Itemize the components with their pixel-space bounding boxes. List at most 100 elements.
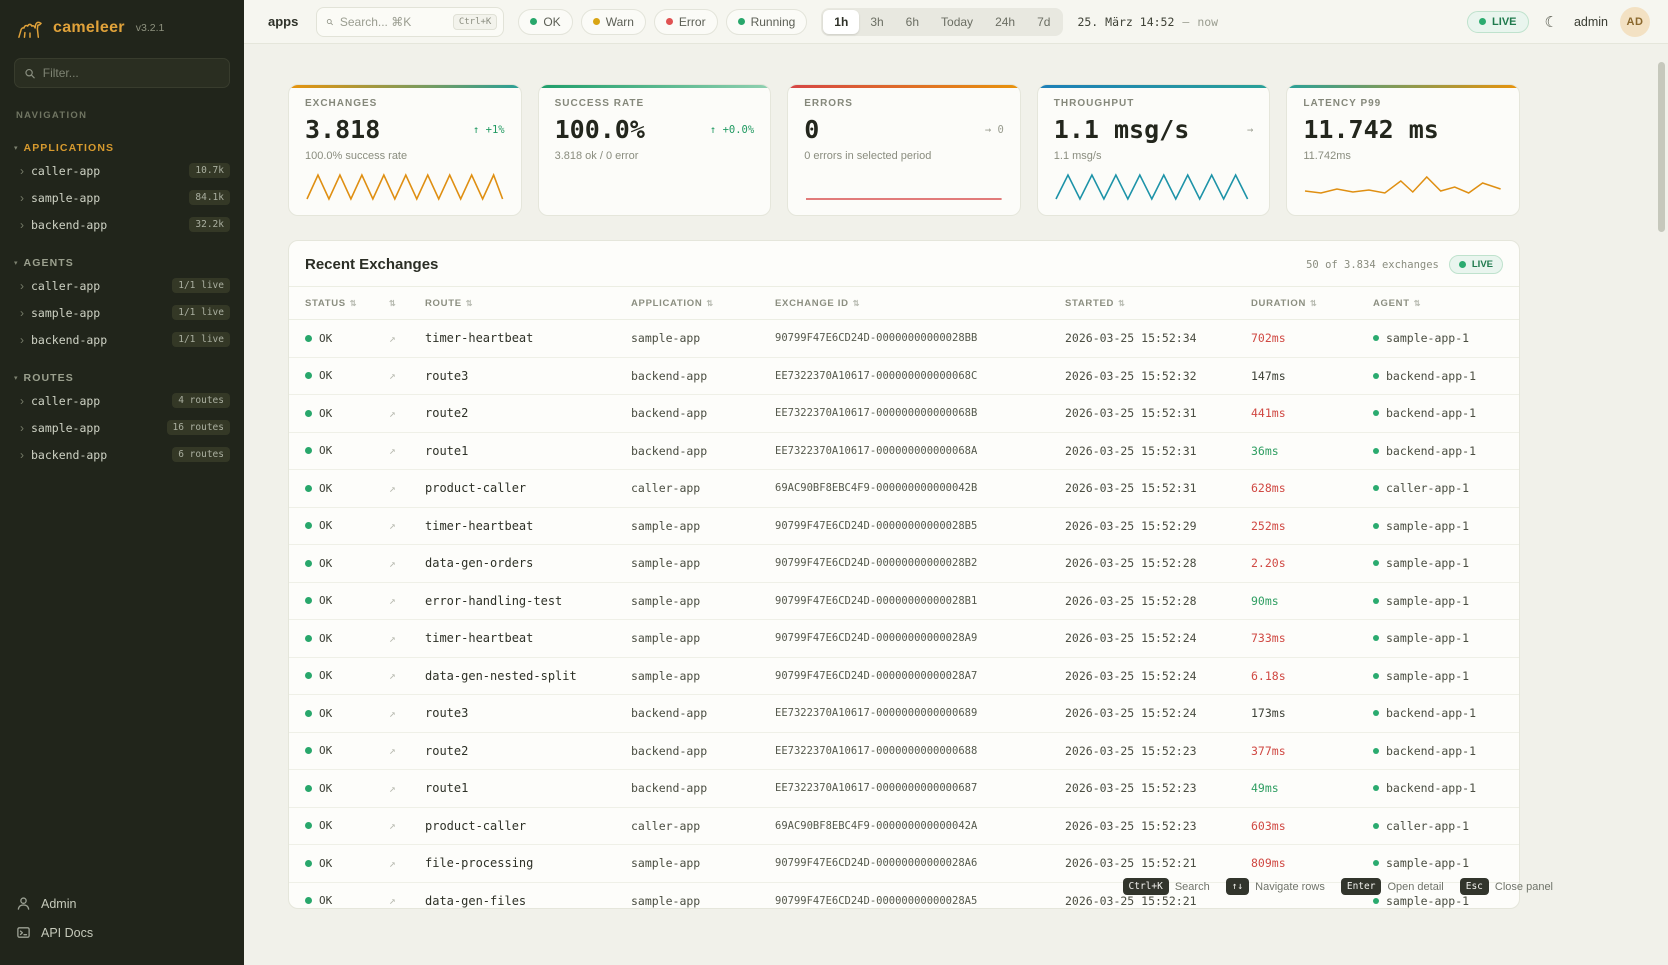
open-link-icon[interactable]: ↗ bbox=[389, 632, 396, 645]
open-link-icon[interactable]: ↗ bbox=[389, 857, 396, 870]
open-link-icon[interactable]: ↗ bbox=[389, 894, 396, 907]
kbd-label: Close panel bbox=[1495, 881, 1553, 893]
time-range-button[interactable]: 7d bbox=[1026, 10, 1061, 34]
table-row[interactable]: OK ↗ timer-heartbeat sample-app 90799F47… bbox=[289, 620, 1519, 658]
table-row[interactable]: OK ↗ data-gen-orders sample-app 90799F47… bbox=[289, 545, 1519, 583]
stat-card-latency[interactable]: LATENCY P99 11.742 ms 11.742ms bbox=[1286, 84, 1520, 216]
open-link-icon[interactable]: ↗ bbox=[389, 407, 396, 420]
col-agent[interactable]: AGENT⇅ bbox=[1373, 298, 1519, 309]
agent-status-dot bbox=[1373, 635, 1379, 641]
stat-card-errors[interactable]: ERRORS 0 → 0 0 errors in selected period bbox=[787, 84, 1021, 216]
status-filter-group: OK Warn Error Running bbox=[518, 9, 807, 35]
sidebar-item[interactable]: › backend-app 1/1 live bbox=[0, 326, 244, 353]
sidebar-item[interactable]: › caller-app 1/1 live bbox=[0, 272, 244, 299]
sort-icon[interactable]: ⇅ bbox=[1310, 299, 1317, 308]
sidebar-filter[interactable] bbox=[14, 58, 230, 88]
time-range-button[interactable]: 3h bbox=[859, 10, 894, 34]
open-link-icon[interactable]: ↗ bbox=[389, 519, 396, 532]
scrollbar-thumb[interactable] bbox=[1658, 62, 1665, 232]
table-row[interactable]: OK ↗ route2 backend-app EE7322370A10617-… bbox=[289, 395, 1519, 433]
table-row[interactable]: OK ↗ route1 backend-app EE7322370A10617-… bbox=[289, 433, 1519, 471]
started-cell: 2026-03-25 15:52:32 bbox=[1065, 369, 1251, 383]
table-header: Recent Exchanges 50 of 3.834 exchanges L… bbox=[289, 241, 1519, 286]
time-range-button[interactable]: Today bbox=[930, 10, 984, 34]
duration-cell: 628ms bbox=[1251, 481, 1373, 495]
sidebar-item[interactable]: › caller-app 10.7k bbox=[0, 157, 244, 184]
link-cell: ↗ bbox=[389, 632, 425, 645]
table-row[interactable]: OK ↗ data-gen-nested-split sample-app 90… bbox=[289, 658, 1519, 696]
sidebar-item-api-docs[interactable]: API Docs bbox=[16, 918, 228, 947]
sort-icon[interactable]: ⇅ bbox=[466, 299, 473, 308]
table-row[interactable]: OK ↗ file-processing sample-app 90799F47… bbox=[289, 845, 1519, 883]
col-exchange-id[interactable]: EXCHANGE ID⇅ bbox=[775, 298, 1065, 309]
ok-status-dot bbox=[305, 335, 312, 342]
status-filter-chip[interactable]: Warn bbox=[581, 9, 646, 35]
status-cell: OK bbox=[305, 894, 389, 907]
open-link-icon[interactable]: ↗ bbox=[389, 444, 396, 457]
col-duration[interactable]: DURATION⇅ bbox=[1251, 298, 1373, 309]
search-input[interactable] bbox=[340, 15, 447, 29]
theme-toggle-button[interactable]: ☾ bbox=[1541, 9, 1562, 35]
col-status[interactable]: STATUS⇅ bbox=[305, 298, 389, 309]
table-row[interactable]: OK ↗ timer-heartbeat sample-app 90799F47… bbox=[289, 320, 1519, 358]
table-row[interactable]: OK ↗ route3 backend-app EE7322370A10617-… bbox=[289, 695, 1519, 733]
filter-input[interactable] bbox=[43, 66, 220, 80]
sort-icon[interactable]: ⇅ bbox=[389, 299, 396, 308]
col-started[interactable]: STARTED⇅ bbox=[1065, 298, 1251, 309]
table-row[interactable]: OK ↗ timer-heartbeat sample-app 90799F47… bbox=[289, 508, 1519, 546]
agent-status-dot bbox=[1373, 523, 1379, 529]
col-link[interactable]: ⇅ bbox=[389, 299, 425, 308]
sidebar-item[interactable]: › sample-app 84.1k bbox=[0, 184, 244, 211]
sort-icon[interactable]: ⇅ bbox=[853, 299, 860, 308]
open-link-icon[interactable]: ↗ bbox=[389, 369, 396, 382]
logo[interactable]: cameleer v3.2.1 bbox=[0, 0, 244, 48]
section-agents-header[interactable]: ▾ AGENTS bbox=[0, 254, 244, 272]
sidebar-item[interactable]: › backend-app 32.2k bbox=[0, 211, 244, 238]
col-application[interactable]: APPLICATION⇅ bbox=[631, 298, 775, 309]
agent-status-dot bbox=[1373, 673, 1379, 679]
ok-status-dot bbox=[305, 747, 312, 754]
table-row[interactable]: OK ↗ product-caller caller-app 69AC90BF8… bbox=[289, 808, 1519, 846]
sidebar-item[interactable]: › sample-app 16 routes bbox=[0, 414, 244, 441]
time-range-button[interactable]: 1h bbox=[823, 10, 859, 34]
open-link-icon[interactable]: ↗ bbox=[389, 782, 396, 795]
sidebar-item[interactable]: › sample-app 1/1 live bbox=[0, 299, 244, 326]
sort-icon[interactable]: ⇅ bbox=[1118, 299, 1125, 308]
table-row[interactable]: OK ↗ route1 backend-app EE7322370A10617-… bbox=[289, 770, 1519, 808]
stat-card-success-rate[interactable]: SUCCESS RATE 100.0% ↑ +0.0% 3.818 ok / 0… bbox=[538, 84, 772, 216]
table-row[interactable]: OK ↗ error-handling-test sample-app 9079… bbox=[289, 583, 1519, 621]
table-row[interactable]: OK ↗ product-caller caller-app 69AC90BF8… bbox=[289, 470, 1519, 508]
col-route[interactable]: ROUTE⇅ bbox=[425, 298, 631, 309]
open-link-icon[interactable]: ↗ bbox=[389, 669, 396, 682]
section-routes-header[interactable]: ▾ ROUTES bbox=[0, 369, 244, 387]
open-link-icon[interactable]: ↗ bbox=[389, 332, 396, 345]
status-filter-chip[interactable]: Running bbox=[726, 9, 808, 35]
sidebar-item[interactable]: › caller-app 4 routes bbox=[0, 387, 244, 414]
live-indicator[interactable]: LIVE bbox=[1467, 11, 1528, 33]
table-row[interactable]: OK ↗ route2 backend-app EE7322370A10617-… bbox=[289, 733, 1519, 771]
time-range-button[interactable]: 24h bbox=[984, 10, 1026, 34]
sort-icon[interactable]: ⇅ bbox=[350, 299, 357, 308]
stat-card-throughput[interactable]: THROUGHPUT 1.1 msg/s → 1.1 msg/s bbox=[1037, 84, 1271, 216]
status-filter-chip[interactable]: OK bbox=[518, 9, 572, 35]
table-row[interactable]: OK ↗ route3 backend-app EE7322370A10617-… bbox=[289, 358, 1519, 396]
time-range-display[interactable]: 25. März 14:52 — now bbox=[1077, 15, 1218, 29]
open-link-icon[interactable]: ↗ bbox=[389, 744, 396, 757]
open-link-icon[interactable]: ↗ bbox=[389, 594, 396, 607]
sidebar-item-admin[interactable]: Admin bbox=[16, 889, 228, 918]
open-link-icon[interactable]: ↗ bbox=[389, 819, 396, 832]
status-cell: OK bbox=[305, 744, 389, 757]
stat-card-exchanges[interactable]: EXCHANGES 3.818 ↑ +1% 100.0% success rat… bbox=[288, 84, 522, 216]
sidebar-item[interactable]: › backend-app 6 routes bbox=[0, 441, 244, 468]
time-range-button[interactable]: 6h bbox=[895, 10, 930, 34]
open-link-icon[interactable]: ↗ bbox=[389, 707, 396, 720]
status-filter-chip[interactable]: Error bbox=[654, 9, 718, 35]
sort-icon[interactable]: ⇅ bbox=[706, 299, 713, 308]
sort-icon[interactable]: ⇅ bbox=[1414, 299, 1421, 308]
open-link-icon[interactable]: ↗ bbox=[389, 482, 396, 495]
search-box[interactable]: Ctrl+K bbox=[316, 7, 504, 37]
table-live-indicator[interactable]: LIVE bbox=[1449, 255, 1503, 274]
open-link-icon[interactable]: ↗ bbox=[389, 557, 396, 570]
avatar[interactable]: AD bbox=[1620, 7, 1650, 37]
section-applications-header[interactable]: ▾ APPLICATIONS bbox=[0, 139, 244, 157]
